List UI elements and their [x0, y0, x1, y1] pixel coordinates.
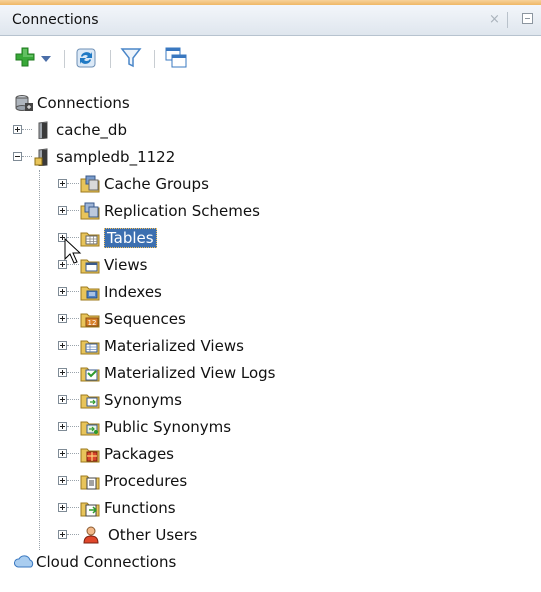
add-connection-icon[interactable] [14, 46, 36, 72]
tree-node-cache-groups[interactable]: Cache Groups [0, 173, 541, 197]
tree-line [22, 129, 32, 130]
tree-connection-cache-db[interactable]: cache_db [0, 119, 541, 143]
cloud-icon [14, 553, 34, 571]
minimize-icon[interactable] [522, 13, 533, 24]
tree-node-indexes[interactable]: Indexes [0, 281, 541, 305]
tree-node-other-users[interactable]: Other Users [0, 524, 541, 548]
panel-title: Connections [12, 12, 99, 28]
tree-node-label: Synonyms [104, 391, 182, 409]
tree-node-procedures[interactable]: Procedures [0, 470, 541, 494]
tree-node-label: Functions [104, 499, 176, 517]
schema-browser-icon[interactable] [164, 46, 188, 74]
tree-line [67, 507, 79, 508]
expand-toggle-icon[interactable] [58, 530, 67, 539]
toolbar [0, 36, 541, 76]
collapse-toggle-icon[interactable] [13, 152, 22, 161]
tree-connection-sampledb[interactable]: sampledb_1122 [0, 146, 541, 170]
expand-toggle-icon[interactable] [58, 422, 67, 431]
tree-root-label: Connections [37, 94, 130, 112]
functions-folder-icon [80, 499, 100, 517]
filter-icon[interactable] [120, 46, 142, 74]
expand-toggle-icon[interactable] [58, 179, 67, 188]
sequences-folder-icon: 12 [80, 310, 100, 328]
expand-toggle-icon[interactable] [58, 314, 67, 323]
tree-line [67, 183, 79, 184]
refresh-icon[interactable] [74, 46, 98, 74]
tree-line [67, 426, 79, 427]
connections-root-icon [14, 94, 34, 112]
indexes-folder-icon [80, 283, 100, 301]
tree-node-label: Indexes [104, 283, 162, 301]
synonyms-folder-icon [80, 391, 100, 409]
toolbar-separator [154, 50, 155, 68]
tree-node-functions[interactable]: Functions [0, 497, 541, 521]
expand-toggle-icon[interactable] [13, 125, 22, 134]
svg-text:12: 12 [88, 319, 97, 327]
packages-folder-icon [80, 445, 100, 463]
tree-node-replication-schemes[interactable]: Replication Schemes [0, 200, 541, 224]
tree-node-label: Sequences [104, 310, 186, 328]
tree-node-label: Public Synonyms [104, 418, 232, 436]
tree-node-public-synonyms[interactable]: Public Synonyms [0, 416, 541, 440]
procedures-folder-icon [80, 472, 100, 490]
tree-node-label: Packages [104, 445, 174, 463]
other-users-icon [82, 526, 102, 544]
tree-node-label: Replication Schemes [104, 202, 260, 220]
tree-node-label: Tables [104, 228, 157, 248]
tree-node-label: Materialized Views [104, 337, 244, 355]
expand-toggle-icon[interactable] [58, 287, 67, 296]
close-icon[interactable]: × [489, 12, 500, 27]
public-synonyms-folder-icon [80, 418, 100, 436]
toolbar-separator [64, 50, 65, 68]
tree-root-connections[interactable]: Connections [0, 92, 541, 116]
tree-connection-label: cache_db [56, 121, 127, 139]
panel-title-bar: Connections × [0, 5, 541, 36]
tree-line [67, 345, 79, 346]
connected-database-icon [33, 148, 53, 167]
tree-node-packages[interactable]: Packages [0, 443, 541, 467]
expand-toggle-icon[interactable] [58, 341, 67, 350]
tree-cloud-label: Cloud Connections [36, 553, 177, 571]
expand-toggle-icon[interactable] [58, 503, 67, 512]
mouse-pointer-icon [64, 237, 82, 268]
tree-node-label: Views [104, 256, 148, 274]
tree-node-label: Other Users [108, 526, 198, 544]
tree-line [67, 534, 79, 535]
tree-line [67, 291, 79, 292]
tree-node-materialized-view-logs[interactable]: Materialized View Logs [0, 362, 541, 386]
tree-line [67, 480, 79, 481]
connections-panel: Connections × Connections cache_db sampl… [0, 0, 541, 592]
tree-line [67, 318, 79, 319]
tables-folder-icon [80, 229, 100, 247]
tree-line [67, 453, 79, 454]
dropdown-arrow-icon[interactable] [40, 52, 52, 68]
tree-line [22, 156, 32, 157]
tree-connection-label: sampledb_1122 [56, 148, 176, 166]
tree-line [67, 399, 79, 400]
tree-node-label: Procedures [104, 472, 188, 490]
toolbar-separator [110, 50, 111, 68]
tree-node-sequences[interactable]: 12 Sequences [0, 308, 541, 332]
tree-node-synonyms[interactable]: Synonyms [0, 389, 541, 413]
materialized-views-folder-icon [80, 337, 100, 355]
tree-node-label: Cache Groups [104, 175, 209, 193]
expand-toggle-icon[interactable] [58, 476, 67, 485]
expand-toggle-icon[interactable] [58, 395, 67, 404]
tree-line [67, 372, 79, 373]
expand-toggle-icon[interactable] [58, 449, 67, 458]
expand-toggle-icon[interactable] [58, 206, 67, 215]
replication-schemes-folder-icon [80, 202, 100, 220]
views-folder-icon [80, 256, 100, 274]
title-separator [507, 12, 508, 28]
cache-groups-folder-icon [80, 175, 100, 193]
materialized-view-logs-folder-icon [80, 364, 100, 382]
tree-line [67, 210, 79, 211]
tree-node-materialized-views[interactable]: Materialized Views [0, 335, 541, 359]
expand-toggle-icon[interactable] [58, 368, 67, 377]
tree-cloud-connections[interactable]: Cloud Connections [0, 551, 541, 575]
database-icon [33, 121, 53, 140]
tree-node-label: Materialized View Logs [104, 364, 276, 382]
